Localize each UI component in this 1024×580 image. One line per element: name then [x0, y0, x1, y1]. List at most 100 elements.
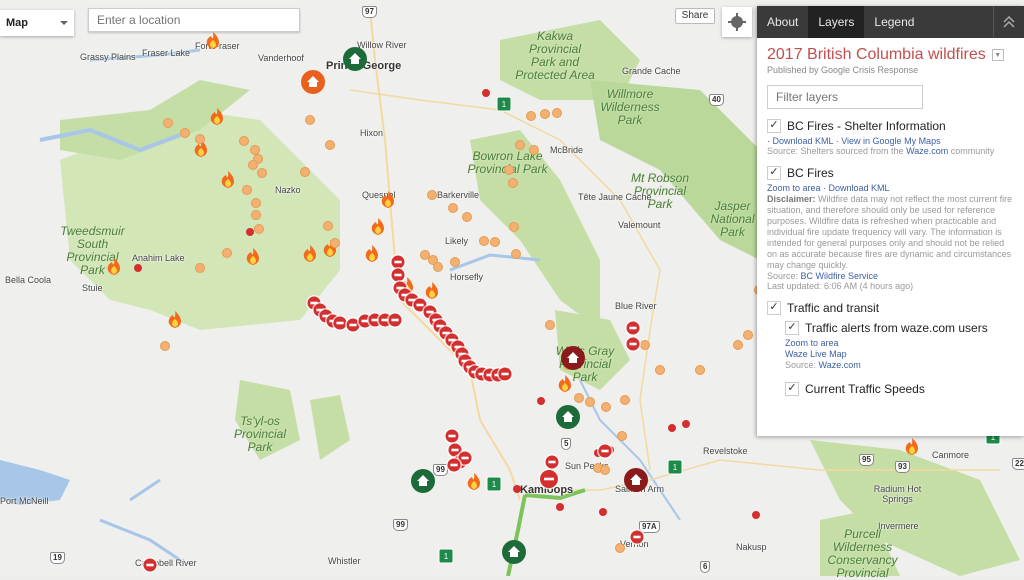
fire-icon[interactable] [221, 171, 234, 188]
collapse-panel-button[interactable] [993, 6, 1024, 38]
fire-dot-marker[interactable] [733, 340, 743, 350]
fire-dot-marker[interactable] [222, 248, 232, 258]
layer-checkbox-traffic[interactable]: ✓ [767, 301, 781, 315]
fire-dot-marker[interactable] [545, 320, 555, 330]
alert-dot-marker[interactable] [482, 89, 490, 97]
fire-dot-marker[interactable] [540, 109, 550, 119]
road-closure-marker[interactable] [597, 443, 613, 459]
fire-dot-marker[interactable] [160, 341, 170, 351]
road-closure-marker[interactable] [142, 557, 158, 573]
fire-icon[interactable] [107, 258, 120, 275]
alert-dot-marker[interactable] [752, 511, 760, 519]
road-closure-marker[interactable] [544, 454, 560, 470]
fire-dot-marker[interactable] [325, 140, 335, 150]
fire-dot-marker[interactable] [655, 365, 665, 375]
fire-dot-marker[interactable] [552, 108, 562, 118]
alert-dot-marker[interactable] [513, 485, 521, 493]
fire-dot-marker[interactable] [508, 178, 518, 188]
fire-icon[interactable] [558, 375, 571, 392]
fire-dot-marker[interactable] [239, 136, 249, 146]
map-type-select[interactable]: Map [0, 10, 74, 36]
fire-dot-marker[interactable] [250, 145, 260, 155]
sublayer-checkbox-speeds[interactable]: ✓ [785, 382, 799, 396]
layer-links[interactable]: · Download KML · View in Google My Maps [767, 136, 1014, 146]
filter-layers-input[interactable] [767, 85, 923, 109]
fire-dot-marker[interactable] [617, 431, 627, 441]
fire-dot-marker[interactable] [251, 210, 261, 220]
source-link[interactable]: Waze.com [819, 360, 861, 370]
fire-icon[interactable] [371, 218, 384, 235]
fire-dot-marker[interactable] [323, 221, 333, 231]
layer-checkbox-bc-fires[interactable]: ✓ [767, 166, 781, 180]
fire-dot-marker[interactable] [254, 224, 264, 234]
fire-dot-marker[interactable] [526, 111, 536, 121]
tab-about[interactable]: About [757, 6, 808, 38]
alert-dot-marker[interactable] [682, 420, 690, 428]
fire-icon[interactable] [467, 473, 480, 490]
alert-dot-marker[interactable] [556, 503, 564, 511]
shelter-marker[interactable] [411, 469, 435, 493]
fire-dot-marker[interactable] [509, 222, 519, 232]
fire-dot-marker[interactable] [163, 118, 173, 128]
road-closure-marker[interactable] [446, 457, 462, 473]
fire-icon[interactable] [303, 245, 316, 262]
sublayer-checkbox-waze[interactable]: ✓ [785, 321, 799, 335]
fire-dot-marker[interactable] [242, 185, 252, 195]
fire-dot-marker[interactable] [462, 212, 472, 222]
shelter-marker[interactable] [343, 47, 367, 71]
fire-dot-marker[interactable] [330, 238, 340, 248]
fire-dot-marker[interactable] [479, 236, 489, 246]
shelter-marker[interactable] [624, 468, 648, 492]
fire-dot-marker[interactable] [490, 237, 500, 247]
road-closure-marker[interactable] [625, 320, 641, 336]
source-link[interactable]: BC Wildfire Service [801, 271, 879, 281]
tab-layers[interactable]: Layers [808, 6, 865, 38]
fire-dot-marker[interactable] [640, 340, 650, 350]
fire-dot-marker[interactable] [257, 168, 267, 178]
fire-dot-marker[interactable] [743, 330, 753, 340]
fire-icon[interactable] [425, 282, 438, 299]
layer-links[interactable]: Zoom to area · Download KML [767, 183, 1014, 193]
fire-dot-marker[interactable] [585, 397, 595, 407]
road-closure-marker[interactable] [625, 336, 641, 352]
share-button[interactable]: Share [675, 8, 715, 24]
fire-icon[interactable] [246, 248, 259, 265]
layer-checkbox-shelter[interactable]: ✓ [767, 119, 781, 133]
evacuation-center-marker[interactable] [301, 70, 325, 94]
fire-dot-marker[interactable] [515, 140, 525, 150]
fire-dot-marker[interactable] [574, 393, 584, 403]
fire-dot-marker[interactable] [195, 134, 205, 144]
fire-dot-marker[interactable] [620, 395, 630, 405]
my-location-button[interactable] [722, 7, 752, 37]
fire-dot-marker[interactable] [300, 167, 310, 177]
road-closure-marker[interactable] [538, 468, 560, 490]
road-closure-marker[interactable] [629, 529, 645, 545]
fire-dot-marker[interactable] [248, 160, 258, 170]
alert-dot-marker[interactable] [134, 264, 142, 272]
fire-dot-marker[interactable] [420, 250, 430, 260]
fire-icon[interactable] [168, 311, 181, 328]
fire-icon[interactable] [381, 191, 394, 208]
alert-dot-marker[interactable] [599, 508, 607, 516]
shelter-marker[interactable] [502, 540, 526, 564]
road-closure-marker[interactable] [444, 428, 460, 444]
fire-dot-marker[interactable] [600, 465, 610, 475]
fire-dot-marker[interactable] [251, 198, 261, 208]
fire-dot-marker[interactable] [601, 402, 611, 412]
source-link[interactable]: Waze.com [906, 146, 948, 156]
fire-dot-marker[interactable] [529, 145, 539, 155]
fire-icon[interactable] [210, 108, 223, 125]
fire-icon[interactable] [206, 32, 219, 49]
zoom-to-area-link[interactable]: Zoom to area [785, 338, 1014, 349]
fire-dot-marker[interactable] [195, 263, 205, 273]
shelter-marker[interactable] [561, 346, 585, 370]
fire-dot-marker[interactable] [695, 365, 705, 375]
shelter-marker[interactable] [556, 405, 580, 429]
location-search-input[interactable] [88, 8, 300, 32]
fire-icon[interactable] [365, 245, 378, 262]
fire-dot-marker[interactable] [511, 249, 521, 259]
fire-icon[interactable] [905, 438, 918, 455]
fire-dot-marker[interactable] [450, 257, 460, 267]
alert-dot-marker[interactable] [668, 424, 676, 432]
fire-dot-marker[interactable] [615, 543, 625, 553]
